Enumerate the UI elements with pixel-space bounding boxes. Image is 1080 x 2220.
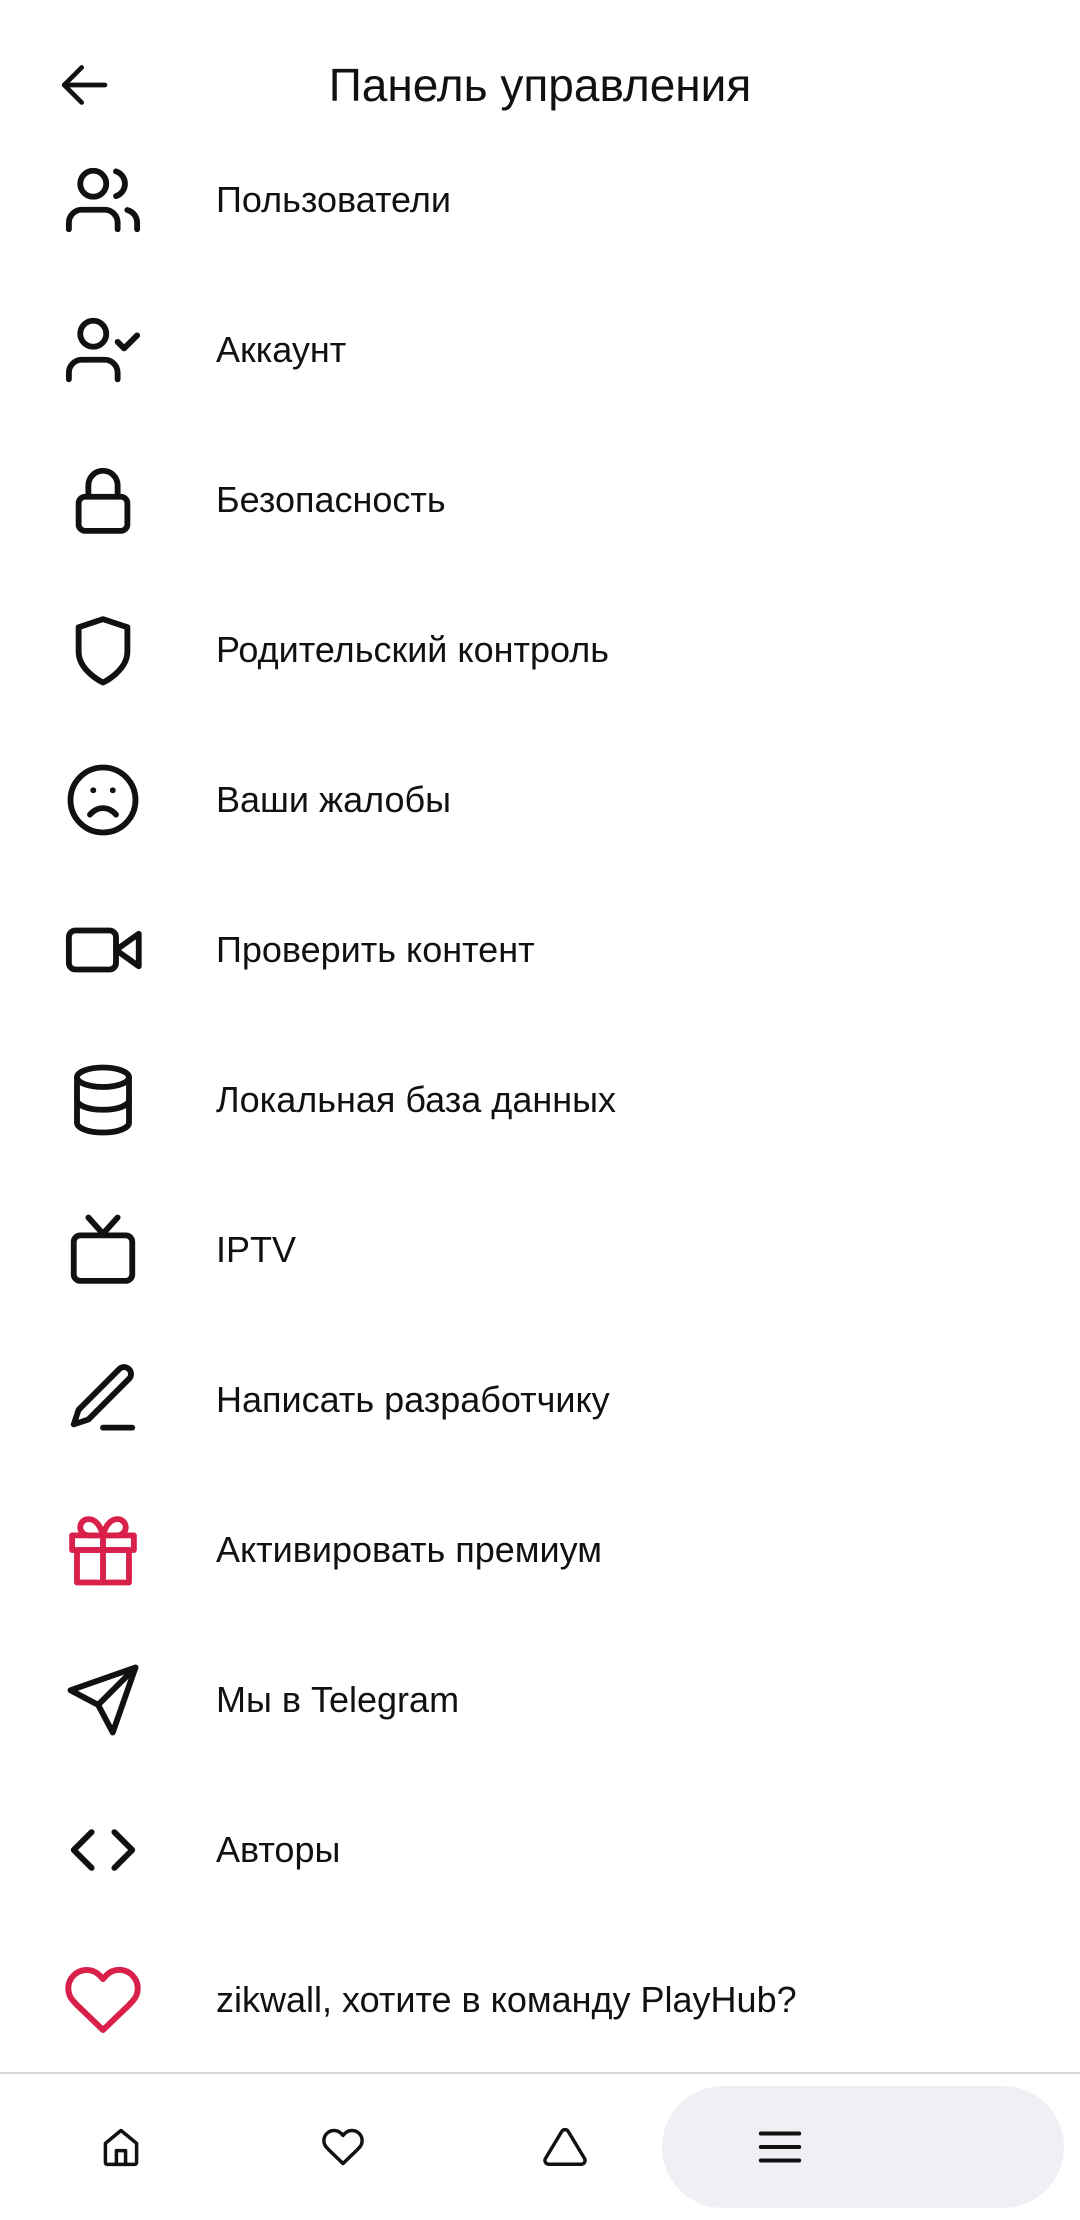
menu-item-iptv[interactable]: IPTV (0, 1175, 1080, 1325)
bottom-navigation (0, 2074, 1080, 2220)
menu-item-label: Мы в Telegram (216, 1679, 460, 1720)
arrow-left-icon (61, 65, 108, 105)
menu-item-complaints[interactable]: Ваши жалобы (0, 725, 1080, 875)
menu-item-local-database[interactable]: Локальная база данных (0, 1025, 1080, 1175)
shield-icon (62, 609, 144, 691)
nav-trending-button[interactable] (504, 2086, 626, 2208)
menu-item-join-team[interactable]: zikwall, хотите в команду PlayHub? (0, 1925, 1080, 2075)
menu-item-account[interactable]: Аккаунт (0, 275, 1080, 425)
menu-item-label: Безопасность (216, 479, 446, 520)
menu-item-label: Аккаунт (216, 329, 347, 370)
menu-item-label: Пользователи (216, 179, 451, 220)
menu-item-authors[interactable]: Авторы (0, 1775, 1080, 1925)
heart-icon (322, 2128, 364, 2166)
send-icon (62, 1659, 144, 1741)
menu-item-label: Локальная база данных (216, 1079, 616, 1120)
triangle-icon (543, 2128, 587, 2166)
nav-home-button[interactable] (60, 2086, 182, 2208)
home-icon (103, 2128, 139, 2167)
lock-icon (62, 459, 144, 541)
menu-item-security[interactable]: Безопасность (0, 425, 1080, 575)
back-button[interactable] (44, 45, 124, 125)
menu-item-label: IPTV (216, 1229, 297, 1270)
menu-item-activate-premium[interactable]: Активировать премиум (0, 1475, 1080, 1625)
menu-item-label: Авторы (216, 1829, 341, 1870)
menu-item-label: Родительский контроль (216, 629, 609, 670)
menu-item-users[interactable]: Пользователи (0, 125, 1080, 275)
menu-item-label: Ваши жалобы (216, 779, 452, 820)
code-icon (62, 1809, 144, 1891)
menu-item-label: Активировать премиум (216, 1529, 602, 1570)
menu-item-write-developer[interactable]: Написать разработчику (0, 1325, 1080, 1475)
menu-item-parental-control[interactable]: Родительский контроль (0, 575, 1080, 725)
tv-icon (62, 1209, 144, 1291)
menu-item-label: Написать разработчику (216, 1379, 610, 1420)
menu-item-label: Проверить контент (216, 929, 535, 970)
user-check-icon (62, 309, 144, 391)
nav-menu-button[interactable] (662, 2086, 1064, 2208)
control-panel-menu: Пользователи Аккаунт Безопасность Родите… (0, 125, 1080, 2075)
heart-icon (62, 1959, 144, 2041)
menu-item-check-content[interactable]: Проверить контент (0, 875, 1080, 1025)
pen-icon (62, 1359, 144, 1441)
users-icon (62, 159, 144, 241)
hamburger-menu-icon (758, 2131, 802, 2163)
app-root: Панель управления Пользователи Аккаунт Б… (0, 0, 1080, 2220)
frown-icon (62, 759, 144, 841)
nav-favorites-button[interactable] (282, 2086, 404, 2208)
gift-icon (62, 1509, 144, 1591)
video-icon (62, 909, 144, 991)
menu-item-telegram[interactable]: Мы в Telegram (0, 1625, 1080, 1775)
database-icon (62, 1059, 144, 1141)
menu-item-label: zikwall, хотите в команду PlayHub? (216, 1979, 797, 2020)
